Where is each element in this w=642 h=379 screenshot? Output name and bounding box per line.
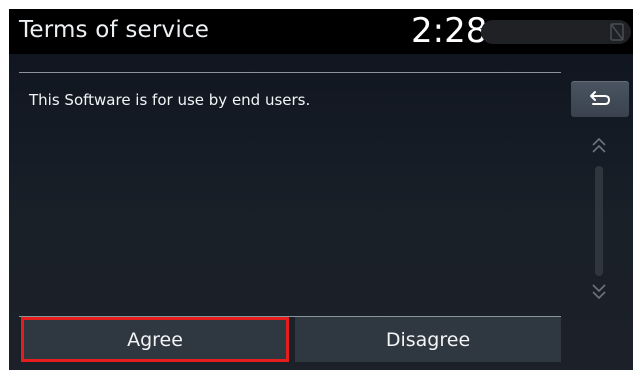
clock: 2:28	[411, 11, 488, 51]
terms-text: This Software is for use by end users.	[29, 91, 311, 109]
page-title: Terms of service	[19, 17, 210, 43]
status-bar	[481, 20, 631, 44]
disagree-label: Disagree	[385, 328, 471, 351]
scrollbar-track[interactable]	[595, 166, 603, 276]
agree-button[interactable]: Agree	[21, 317, 289, 362]
scroll-up-button[interactable]	[591, 137, 607, 155]
back-arrow-icon	[590, 91, 611, 105]
terms-screen: Terms of service 2:28 This Software is f…	[9, 9, 633, 370]
header-bar: Terms of service 2:28	[9, 9, 633, 54]
display-frame: Terms of service 2:28 This Software is f…	[9, 9, 633, 370]
back-button[interactable]	[571, 81, 629, 117]
disagree-button[interactable]: Disagree	[295, 317, 561, 362]
no-signal-icon	[610, 23, 624, 41]
agree-label: Agree	[127, 328, 183, 351]
header-divider	[19, 72, 561, 73]
scroll-down-button[interactable]	[591, 282, 607, 300]
